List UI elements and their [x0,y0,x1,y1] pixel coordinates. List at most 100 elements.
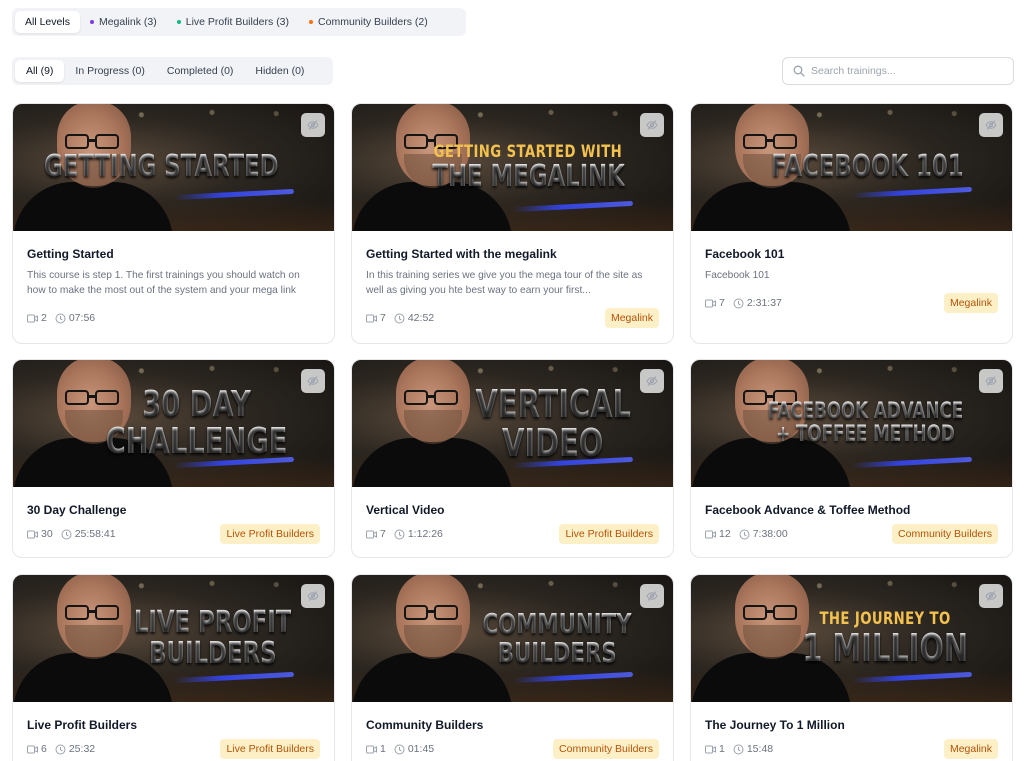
training-card[interactable]: GETTING STARTED Getting Started This cours… [12,103,335,344]
level-filter-live-profit-builders[interactable]: Live Profit Builders (3) [167,11,299,33]
level-badge: Community Builders [553,739,659,759]
video-count: 6 [27,743,47,755]
thumbnail-title: FACEBOOK 101 [741,104,994,231]
clock-icon [55,744,66,754]
hide-training-button[interactable] [979,113,1003,137]
thumbnail-title: 30 DAY CHALLENGE [77,360,316,487]
video-count: 7 [366,312,386,324]
eye-off-icon [646,120,658,130]
hide-training-button[interactable] [979,369,1003,393]
video-icon [27,745,38,753]
search-input[interactable] [811,65,1001,77]
training-title: Facebook 101 [705,247,785,261]
video-icon [27,530,38,538]
training-card[interactable]: LIVE PROFIT BUILDERS Live Profit Builders 6… [12,574,335,761]
training-thumbnail[interactable]: THE JOURNEY TO 1 MILLION [691,575,1012,702]
training-thumbnail[interactable]: COMMUNITY BUILDERS [352,575,673,702]
thumbnail-title: GETTING STARTED [13,104,316,231]
training-meta: 2 07:56 [27,312,320,324]
training-thumbnail[interactable]: GETTING STARTED WITH THE MEGALINK [352,104,673,231]
thumbnail-title: LIVE PROFIT BUILDERS [109,575,316,702]
video-count: 12 [705,528,731,540]
status-tab-all[interactable]: All (9) [15,60,65,82]
video-count: 30 [27,528,53,540]
training-card[interactable]: FACEBOOK ADVANCE + TOFFEE METHOD Facebook … [690,359,1013,558]
search-icon [793,65,805,77]
level-filter-all[interactable]: All Levels [15,11,80,33]
level-filter-community-builders[interactable]: Community Builders (2) [299,11,438,33]
eye-off-icon [985,591,997,601]
training-duration: 2:31:37 [733,297,782,309]
hide-training-button[interactable] [979,584,1003,608]
training-card[interactable]: THE JOURNEY TO 1 MILLION The Journey To 1 … [690,574,1013,761]
training-card-body: Facebook 101 Facebook 101 7 2:31:37 Megalink [691,231,1012,313]
thumbnail-title-line: + TOFFEE METHOD [776,421,955,447]
training-card[interactable]: 30 DAY CHALLENGE 30 Day Challenge 30 25:58:4… [12,359,335,558]
level-badge: Community Builders [892,524,998,544]
training-duration: 25:32 [55,743,95,755]
search-box[interactable] [782,57,1014,85]
level-badge: Megalink [943,293,998,313]
status-tab-hidden[interactable]: Hidden (0) [244,60,315,82]
level-badge: Megalink [943,739,998,759]
hide-training-button[interactable] [640,369,664,393]
training-card[interactable]: FACEBOOK 101 Facebook 101 Facebook 101 7 2:3… [690,103,1013,344]
training-thumbnail[interactable]: FACEBOOK ADVANCE + TOFFEE METHOD [691,360,1012,487]
video-icon [705,299,716,307]
video-count: 7 [705,297,725,309]
eye-off-icon [307,120,319,130]
level-badge: Live Profit Builders [220,524,320,544]
training-thumbnail[interactable]: 30 DAY CHALLENGE [13,360,334,487]
eye-off-icon [307,591,319,601]
training-card-body: Facebook Advance & Toffee Method 12 7:38:0… [691,487,1012,544]
training-card[interactable]: VERTICAL VIDEO Vertical Video 7 1:12:26 Live … [351,359,674,558]
video-icon [705,745,716,753]
training-thumbnail[interactable]: GETTING STARTED [13,104,334,231]
video-icon [366,530,377,538]
thumbnail-title-line: 30 DAY [142,383,251,425]
video-count: 7 [366,528,386,540]
training-duration: 15:48 [733,743,773,755]
clock-icon [394,529,405,539]
thumbnail-title: FACEBOOK ADVANCE + TOFFEE METHOD [737,360,994,487]
thumbnail-title-line: GETTING STARTED [44,149,279,185]
thumbnail-title: GETTING STARTED WITH THE MEGALINK [402,104,655,231]
eye-off-icon [985,120,997,130]
level-filter-megalink[interactable]: Megalink (3) [80,11,167,33]
training-card-body: Community Builders 1 01:45 Community Builde… [352,702,673,759]
video-count: 2 [27,312,47,324]
training-title: Live Profit Builders [27,718,138,732]
eye-off-icon [307,376,319,386]
training-card-body: The Journey To 1 Million 1 15:48 Megalink [691,702,1012,759]
training-thumbnail[interactable]: FACEBOOK 101 [691,104,1012,231]
level-badge: Live Profit Builders [220,739,320,759]
eye-off-icon [985,376,997,386]
training-thumbnail[interactable]: VERTICAL VIDEO [352,360,673,487]
thumbnail-title-line: THE MEGALINK [432,159,625,195]
training-title: The Journey To 1 Million [705,718,845,732]
training-thumbnail[interactable]: LIVE PROFIT BUILDERS [13,575,334,702]
training-card[interactable]: GETTING STARTED WITH THE MEGALINK Getting … [351,103,674,344]
hide-training-button[interactable] [640,113,664,137]
training-description: In this training series we give you the … [366,270,643,296]
training-title: Getting Started [27,247,114,261]
training-duration: 07:56 [55,312,95,324]
level-badge: Megalink [604,308,659,328]
status-tab-in-progress[interactable]: In Progress (0) [64,60,155,82]
thumbnail-title-line: VIDEO [502,420,604,465]
megalink-dot-icon [89,20,94,24]
thumbnail-title-line: COMMUNITY [482,606,632,640]
status-filter-bar: All (9) In Progress (0) Completed (0) Hi… [12,57,333,85]
status-tab-completed[interactable]: Completed (0) [156,60,245,82]
level-filter-bar: All Levels Megalink (3) Live Profit Buil… [12,8,466,36]
thumbnail-title-line: 1 MILLION [801,626,968,671]
hide-training-button[interactable] [301,369,325,393]
clock-icon [61,529,72,539]
training-card[interactable]: COMMUNITY BUILDERS Community Builders 1 01:4… [351,574,674,761]
hide-training-button[interactable] [301,113,325,137]
hide-training-button[interactable] [640,584,664,608]
clock-icon [394,744,405,754]
hide-training-button[interactable] [301,584,325,608]
video-icon [705,530,716,538]
training-description: This course is step 1. The first trainin… [27,270,300,296]
